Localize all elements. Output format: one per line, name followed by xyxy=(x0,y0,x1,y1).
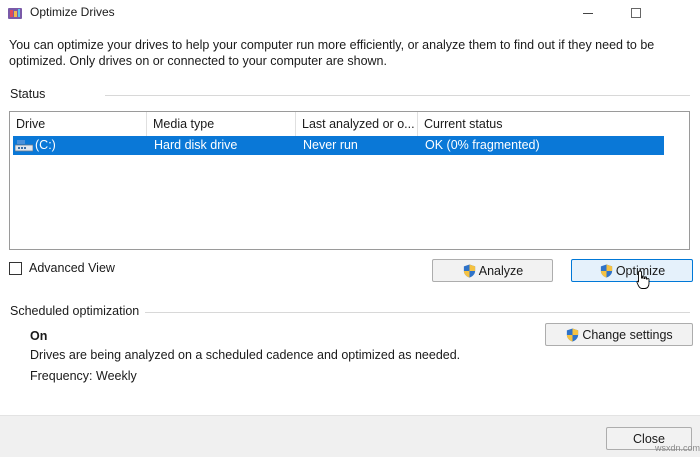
optimize-drives-app-icon xyxy=(8,8,22,19)
drive-current-status: OK (0% fragmented) xyxy=(425,138,540,152)
drives-list-header: Drive Media type Last analyzed or o... C… xyxy=(10,112,689,136)
drive-last-analyzed: Never run xyxy=(303,138,358,152)
title-bar: Optimize Drives xyxy=(0,0,700,26)
schedule-state: On xyxy=(30,329,48,343)
drive-name: (C:) xyxy=(35,138,56,152)
column-header-drive[interactable]: Drive xyxy=(10,112,147,136)
scheduled-divider xyxy=(145,312,690,313)
scheduled-optimization-label: Scheduled optimization xyxy=(10,304,140,318)
uac-shield-icon xyxy=(463,263,475,278)
drive-media-type: Hard disk drive xyxy=(154,138,238,152)
minimize-icon xyxy=(583,12,593,14)
schedule-description: Drives are being analyzed on a scheduled… xyxy=(30,348,461,362)
window-title: Optimize Drives xyxy=(30,5,115,19)
drive-row-c[interactable]: (C:) Hard disk drive Never run OK (0% fr… xyxy=(13,136,664,155)
analyze-button[interactable]: Analyze xyxy=(432,259,553,282)
status-section-label: Status xyxy=(10,87,46,101)
uac-shield-icon xyxy=(600,263,612,278)
uac-shield-icon xyxy=(567,327,579,342)
drive-icon xyxy=(15,140,33,152)
analyze-button-label: Analyze xyxy=(478,263,524,278)
dialog-footer xyxy=(0,415,700,457)
advanced-view-checkbox[interactable] xyxy=(9,261,22,275)
drives-list[interactable]: Drive Media type Last analyzed or o... C… xyxy=(9,111,690,250)
column-header-last-analyzed[interactable]: Last analyzed or o... xyxy=(296,112,418,136)
schedule-frequency: Frequency: Weekly xyxy=(30,369,137,383)
status-divider xyxy=(105,95,690,96)
change-settings-label: Change settings xyxy=(582,327,673,342)
hand-cursor-icon xyxy=(636,270,650,289)
column-header-current-status[interactable]: Current status xyxy=(418,112,664,136)
maximize-icon xyxy=(631,8,641,18)
optimize-button[interactable]: Optimize xyxy=(571,259,693,282)
change-settings-button[interactable]: Change settings xyxy=(545,323,693,346)
description-text: You can optimize your drives to help you… xyxy=(9,38,655,68)
column-header-media-type[interactable]: Media type xyxy=(147,112,296,136)
minimize-button[interactable] xyxy=(565,0,611,26)
advanced-view-option[interactable]: Advanced View xyxy=(9,260,115,276)
advanced-view-label: Advanced View xyxy=(29,261,115,275)
watermark-text: wsxdn.com xyxy=(655,443,700,453)
maximize-button[interactable] xyxy=(613,0,659,26)
